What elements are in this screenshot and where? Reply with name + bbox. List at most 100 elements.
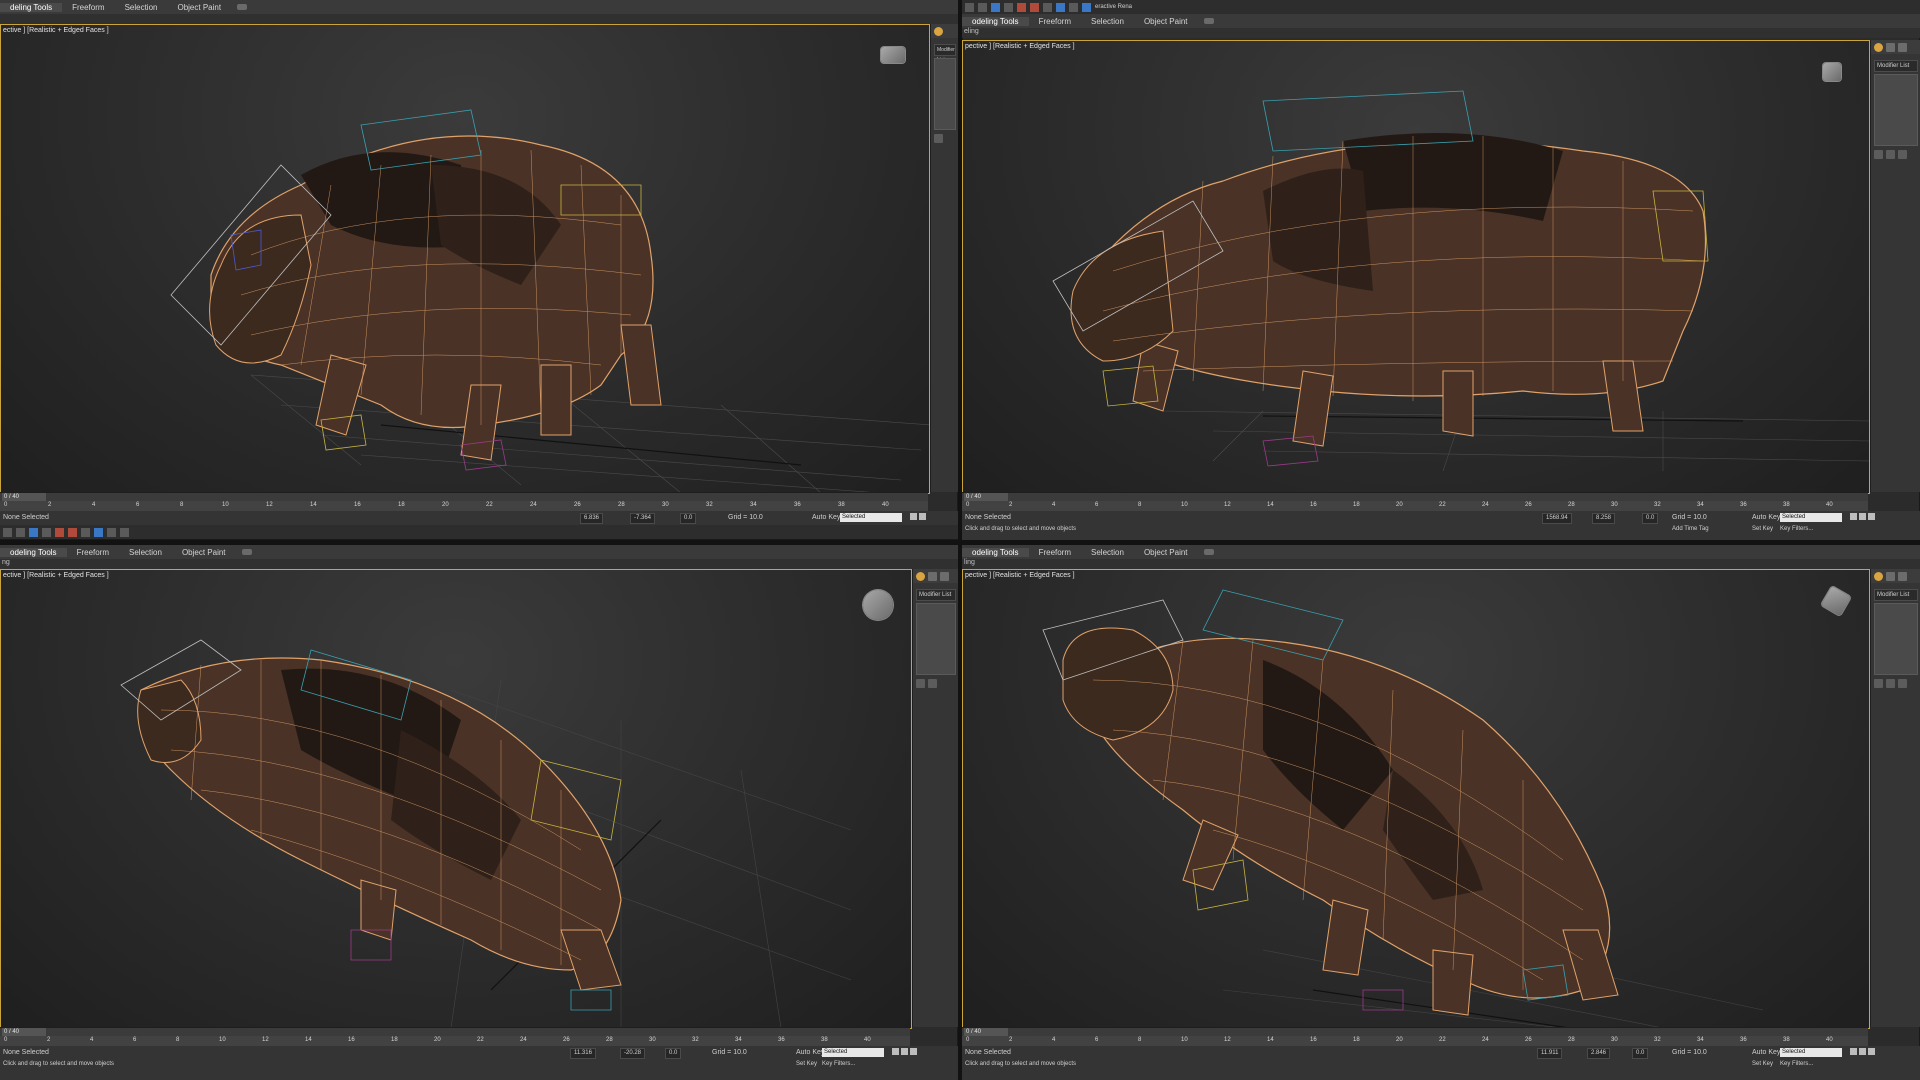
track-bar[interactable]: 0 2 4 6 8 10 12 14 16 18 20 22 24 26 28 … xyxy=(962,1036,1868,1046)
pin-stack-icon[interactable] xyxy=(1874,679,1883,688)
hierarchy-panel-icon[interactable] xyxy=(940,571,949,581)
render-setup-icon[interactable] xyxy=(94,527,103,537)
pin-stack-icon[interactable] xyxy=(934,134,943,143)
tab-freeform[interactable]: Freeform xyxy=(67,548,119,557)
play-icon[interactable] xyxy=(910,513,917,520)
sun-icon[interactable] xyxy=(934,26,943,36)
x-coord-field[interactable]: 1568.94 xyxy=(1542,513,1572,524)
hierarchy-panel-icon[interactable] xyxy=(1898,571,1907,581)
set-key-button[interactable]: Set Key xyxy=(1752,1061,1773,1067)
viewport-perspective[interactable]: ective ] [Realistic + Edged Faces ] xyxy=(0,24,930,494)
next-frame-icon[interactable] xyxy=(1868,1048,1875,1055)
tab-freeform[interactable]: Freeform xyxy=(1029,17,1081,26)
tab-object-paint[interactable]: Object Paint xyxy=(167,3,231,12)
tab-object-paint[interactable]: Object Paint xyxy=(1134,548,1198,557)
modifier-stack[interactable] xyxy=(1874,603,1918,675)
move-icon[interactable] xyxy=(16,527,25,537)
tab-modeling-tools[interactable]: odeling Tools xyxy=(962,16,1029,26)
z-coord-field[interactable]: 0.0 xyxy=(1632,1048,1649,1059)
sun-icon[interactable] xyxy=(1874,571,1883,581)
tab-selection[interactable]: Selection xyxy=(119,548,172,557)
y-coord-field[interactable]: -20.28 xyxy=(620,1048,646,1059)
auto-key-button[interactable]: Auto Key xyxy=(812,514,840,521)
set-key-button[interactable]: Set Key xyxy=(796,1061,817,1067)
viewport-perspective[interactable]: pective ] [Realistic + Edged Faces ] xyxy=(962,569,1870,1029)
x-coord-field[interactable]: 6.836 xyxy=(580,513,604,524)
track-bar[interactable]: 0 2 4 6 8 10 12 14 16 18 20 22 24 26 28 … xyxy=(962,501,1868,511)
selected-dropdown[interactable]: Selected xyxy=(1780,513,1842,522)
play-icon[interactable] xyxy=(1859,513,1866,520)
render-frame-icon[interactable] xyxy=(1069,2,1078,12)
scale-icon[interactable] xyxy=(42,527,51,537)
track-bar[interactable]: 0 2 4 6 8 10 12 14 16 18 20 22 24 26 28 … xyxy=(0,501,928,511)
snap-icon[interactable] xyxy=(1017,2,1026,12)
rotate-icon[interactable] xyxy=(29,527,38,537)
tab-object-paint[interactable]: Object Paint xyxy=(172,548,236,557)
modify-panel-icon[interactable] xyxy=(928,571,937,581)
auto-key-button[interactable]: Auto Key xyxy=(796,1049,824,1056)
tab-selection[interactable]: Selection xyxy=(1081,17,1134,26)
modifier-list-dropdown[interactable]: Modifier List xyxy=(1874,60,1918,72)
next-frame-icon[interactable] xyxy=(910,1048,917,1055)
ribbon-toggle-icon[interactable] xyxy=(237,4,248,10)
key-filters-button[interactable]: Key Filters... xyxy=(822,1061,855,1067)
y-coord-field[interactable]: 2.846 xyxy=(1587,1048,1611,1059)
select-region-icon[interactable] xyxy=(991,2,1000,12)
hierarchy-panel-icon[interactable] xyxy=(1898,42,1907,52)
pin-stack-icon[interactable] xyxy=(916,679,925,688)
modifier-stack[interactable] xyxy=(934,58,956,130)
snap-icon[interactable] xyxy=(55,527,64,537)
next-frame-icon[interactable] xyxy=(919,513,926,520)
move-icon[interactable] xyxy=(1004,2,1013,12)
viewport-perspective[interactable]: pective ] [Realistic + Edged Faces ] xyxy=(962,40,1870,494)
ribbon-toggle-icon[interactable] xyxy=(1203,549,1214,555)
y-coord-field[interactable]: -7.364 xyxy=(630,513,656,524)
sun-icon[interactable] xyxy=(1874,42,1883,52)
show-end-result-icon[interactable] xyxy=(1886,150,1895,159)
pin-stack-icon[interactable] xyxy=(1874,150,1883,159)
modifier-list-dropdown[interactable]: Modifier List xyxy=(916,589,956,601)
modify-panel-icon[interactable] xyxy=(1886,571,1895,581)
undo-icon[interactable] xyxy=(965,2,974,12)
auto-key-button[interactable]: Auto Key xyxy=(1752,1049,1780,1056)
x-coord-field[interactable]: 11.911 xyxy=(1537,1048,1563,1059)
add-time-tag[interactable]: Add Time Tag xyxy=(1672,526,1709,532)
selected-dropdown[interactable]: Selected xyxy=(1780,1048,1842,1057)
modifier-list-dropdown[interactable]: Modifier List xyxy=(1874,589,1918,601)
ribbon-toggle-icon[interactable] xyxy=(241,549,252,555)
redo-icon[interactable] xyxy=(978,2,987,12)
show-end-result-icon[interactable] xyxy=(928,679,937,688)
interactive-render-icon[interactable] xyxy=(1082,2,1091,12)
modifier-stack[interactable] xyxy=(1874,74,1918,146)
tab-selection[interactable]: Selection xyxy=(1081,548,1134,557)
make-unique-icon[interactable] xyxy=(1898,679,1907,688)
angle-snap-icon[interactable] xyxy=(68,527,77,537)
key-filters-button[interactable]: Key Filters... xyxy=(1780,1061,1813,1067)
next-frame-icon[interactable] xyxy=(1868,513,1875,520)
material-editor-icon[interactable] xyxy=(120,527,129,537)
y-coord-field[interactable]: 8.258 xyxy=(1592,513,1616,524)
percent-snap-icon[interactable] xyxy=(1030,2,1039,12)
viewport-perspective[interactable]: ective ] [Realistic + Edged Faces ] xyxy=(0,569,912,1029)
select-icon[interactable] xyxy=(3,527,12,537)
tab-modeling-tools[interactable]: deling Tools xyxy=(0,2,63,12)
prev-frame-icon[interactable] xyxy=(1850,513,1857,520)
track-bar[interactable]: 0 2 4 6 8 10 12 14 16 18 20 22 24 26 28 … xyxy=(0,1036,910,1046)
prev-frame-icon[interactable] xyxy=(892,1048,899,1055)
show-end-result-icon[interactable] xyxy=(1886,679,1895,688)
interactive-label[interactable]: eractive Rena xyxy=(1095,4,1132,10)
ribbon-toggle-icon[interactable] xyxy=(1203,18,1214,24)
modifier-stack[interactable] xyxy=(916,603,956,675)
z-coord-field[interactable]: 0.0 xyxy=(680,513,697,524)
mirror-icon[interactable] xyxy=(81,527,90,537)
tab-modeling-tools[interactable]: odeling Tools xyxy=(0,547,67,557)
tab-freeform[interactable]: Freeform xyxy=(1029,548,1081,557)
tab-freeform[interactable]: Freeform xyxy=(62,3,114,12)
z-coord-field[interactable]: 0.0 xyxy=(1642,513,1659,524)
x-coord-field[interactable]: 11.316 xyxy=(570,1048,596,1059)
key-filters-button[interactable]: Key Filters... xyxy=(1780,526,1813,532)
sun-icon[interactable] xyxy=(916,571,925,581)
selected-dropdown[interactable]: Selected xyxy=(822,1048,884,1057)
render-icon[interactable] xyxy=(1056,2,1065,12)
play-icon[interactable] xyxy=(901,1048,908,1055)
